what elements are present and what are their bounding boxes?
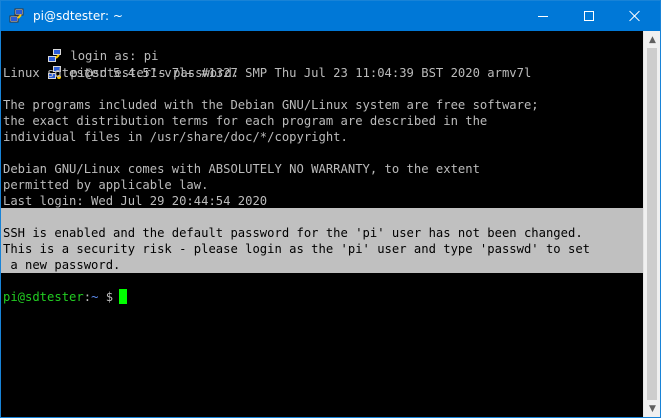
close-icon <box>629 10 641 22</box>
terminal-output[interactable]: login as: pi pi@sdtester's password: Lin… <box>1 31 643 417</box>
title-bar[interactable]: pi@sdtester: ~ <box>1 1 660 31</box>
prompt-user: pi@sdtester <box>3 290 84 304</box>
text-cursor <box>119 289 128 304</box>
last-login-line: Last login: Wed Jul 29 20:44:54 2020 <box>3 194 268 208</box>
warning-line: This is a security risk - please login a… <box>3 242 590 256</box>
prompt-separator: : <box>83 290 92 304</box>
scrollbar-thumb[interactable] <box>647 48 657 400</box>
putty-app-icon[interactable] <box>9 8 25 24</box>
maximize-icon <box>584 11 594 21</box>
terminal-line: permitted by applicable law. <box>3 178 209 192</box>
close-button[interactable] <box>612 1 658 31</box>
password-line: pi@sdtester's password: <box>3 49 239 80</box>
scroll-down-arrow-icon[interactable]: ▼ <box>644 400 661 417</box>
terminal-line: The programs included with the Debian GN… <box>3 98 539 112</box>
scroll-up-arrow-icon[interactable]: ▲ <box>644 31 661 48</box>
terminal-line: Debian GNU/Linux comes with ABSOLUTELY N… <box>3 162 480 176</box>
window-title: pi@sdtester: ~ <box>33 9 123 23</box>
shell-prompt[interactable]: pi@sdtester:~ $ <box>3 289 128 305</box>
warning-line: SSH is enabled and the default password … <box>3 226 583 240</box>
login-line: login as: pi <box>3 32 158 63</box>
warning-line: a new password. <box>3 258 121 272</box>
vertical-scrollbar[interactable]: ▲ ▼ <box>643 31 660 417</box>
terminal-line: individual files in /usr/share/doc/*/cop… <box>3 130 348 144</box>
terminal-line: Linux sdtester 5.4.51-v7l+ #1327 SMP Thu… <box>3 66 532 80</box>
terminal-window: pi@sdtester: ~ login as: pi pi@sdtester'… <box>0 0 661 418</box>
minimize-icon <box>538 15 548 17</box>
maximize-button[interactable] <box>566 1 612 31</box>
minimize-button[interactable] <box>520 1 566 31</box>
prompt-symbol: $ <box>98 290 114 304</box>
terminal-line: the exact distribution terms for each pr… <box>3 114 488 128</box>
